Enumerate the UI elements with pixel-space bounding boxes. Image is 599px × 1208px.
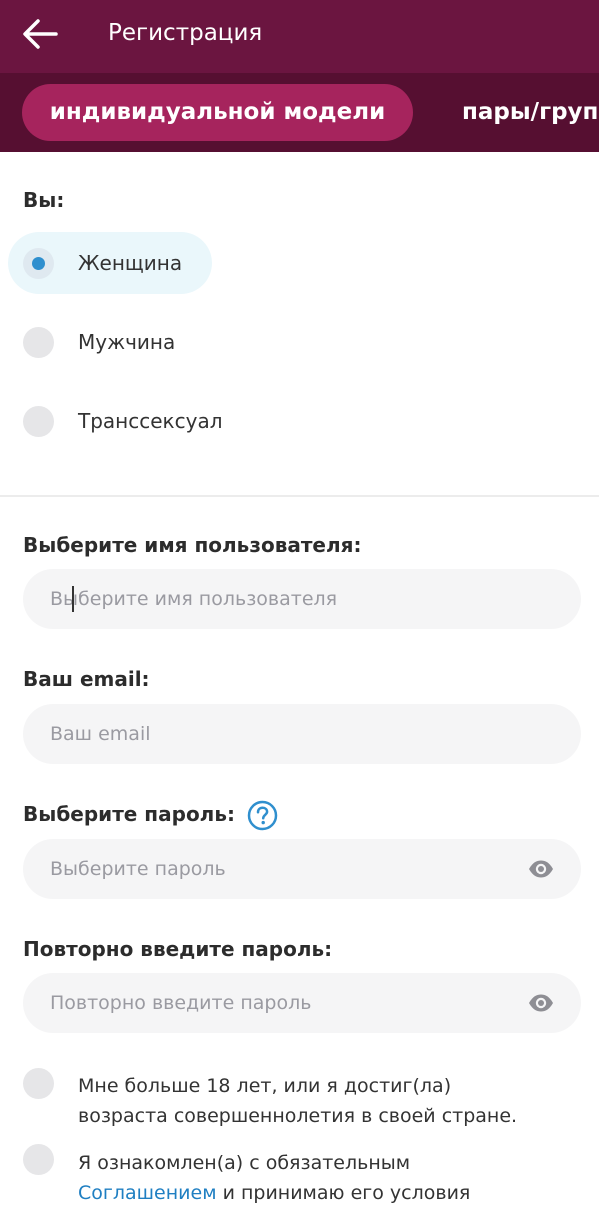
radio-label: Женщина (78, 251, 183, 275)
agreement-checkbox-label: Я ознакомлен(а) с обязательным Соглашени… (78, 1148, 588, 1208)
eye-icon[interactable] (527, 857, 555, 881)
question-circle-icon[interactable] (247, 800, 278, 831)
radio-option-transsexual[interactable]: Транссексуал (8, 390, 223, 452)
radio-selected-dot (32, 257, 45, 270)
username-label: Выберите имя пользователя: (23, 533, 362, 557)
back-button[interactable] (18, 14, 62, 54)
radio-button[interactable] (23, 327, 54, 358)
agreement-text-line1: Я ознакомлен(а) с обязательным (78, 1152, 411, 1174)
radio-label: Транссексуал (78, 409, 223, 433)
username-field-wrapper (23, 569, 581, 629)
section-divider (0, 495, 599, 497)
radio-option-female[interactable]: Женщина (8, 232, 212, 294)
page-title: Регистрация (108, 20, 263, 46)
agreement-text-rest: и принимаю его условия (216, 1182, 471, 1204)
age-checkbox[interactable] (23, 1068, 54, 1099)
age-text-line1: Мне больше 18 лет, или я достиг(ла) (78, 1075, 452, 1097)
radio-option-male[interactable]: Мужчина (8, 311, 212, 373)
eye-icon[interactable] (527, 991, 555, 1015)
email-field-wrapper (23, 704, 581, 764)
password-field-wrapper (23, 839, 581, 899)
password-label: Выберите пароль: (23, 802, 235, 826)
radio-button[interactable] (23, 248, 54, 279)
password-repeat-field-wrapper (23, 973, 581, 1033)
agreement-text-line2: Соглашением и принимаю его условия (78, 1178, 588, 1208)
password-repeat-input[interactable] (23, 973, 523, 1033)
age-text-line2: возраста совершеннолетия в своей стране. (78, 1105, 518, 1127)
agreement-checkbox[interactable] (23, 1144, 54, 1175)
password-repeat-label: Повторно введите пароль: (23, 937, 333, 961)
arrow-left-icon (23, 19, 58, 49)
gender-label: Вы: (23, 188, 65, 212)
radio-button[interactable] (23, 406, 54, 437)
text-caret (72, 586, 74, 612)
password-input[interactable] (23, 839, 523, 899)
email-input[interactable] (23, 704, 523, 764)
email-label: Ваш email: (23, 667, 150, 691)
tab-individual-model[interactable]: индивидуальной модели (22, 84, 413, 141)
username-input[interactable] (23, 569, 523, 629)
registration-type-tabs: индивидуальной модели пары/груп (0, 73, 599, 152)
agreement-link[interactable]: Соглашением (78, 1182, 217, 1204)
tab-couple-group[interactable]: пары/груп (462, 84, 598, 141)
app-header: Регистрация (0, 0, 599, 73)
age-checkbox-label: Мне больше 18 лет, или я достиг(ла) возр… (78, 1071, 588, 1131)
radio-label: Мужчина (78, 330, 176, 354)
